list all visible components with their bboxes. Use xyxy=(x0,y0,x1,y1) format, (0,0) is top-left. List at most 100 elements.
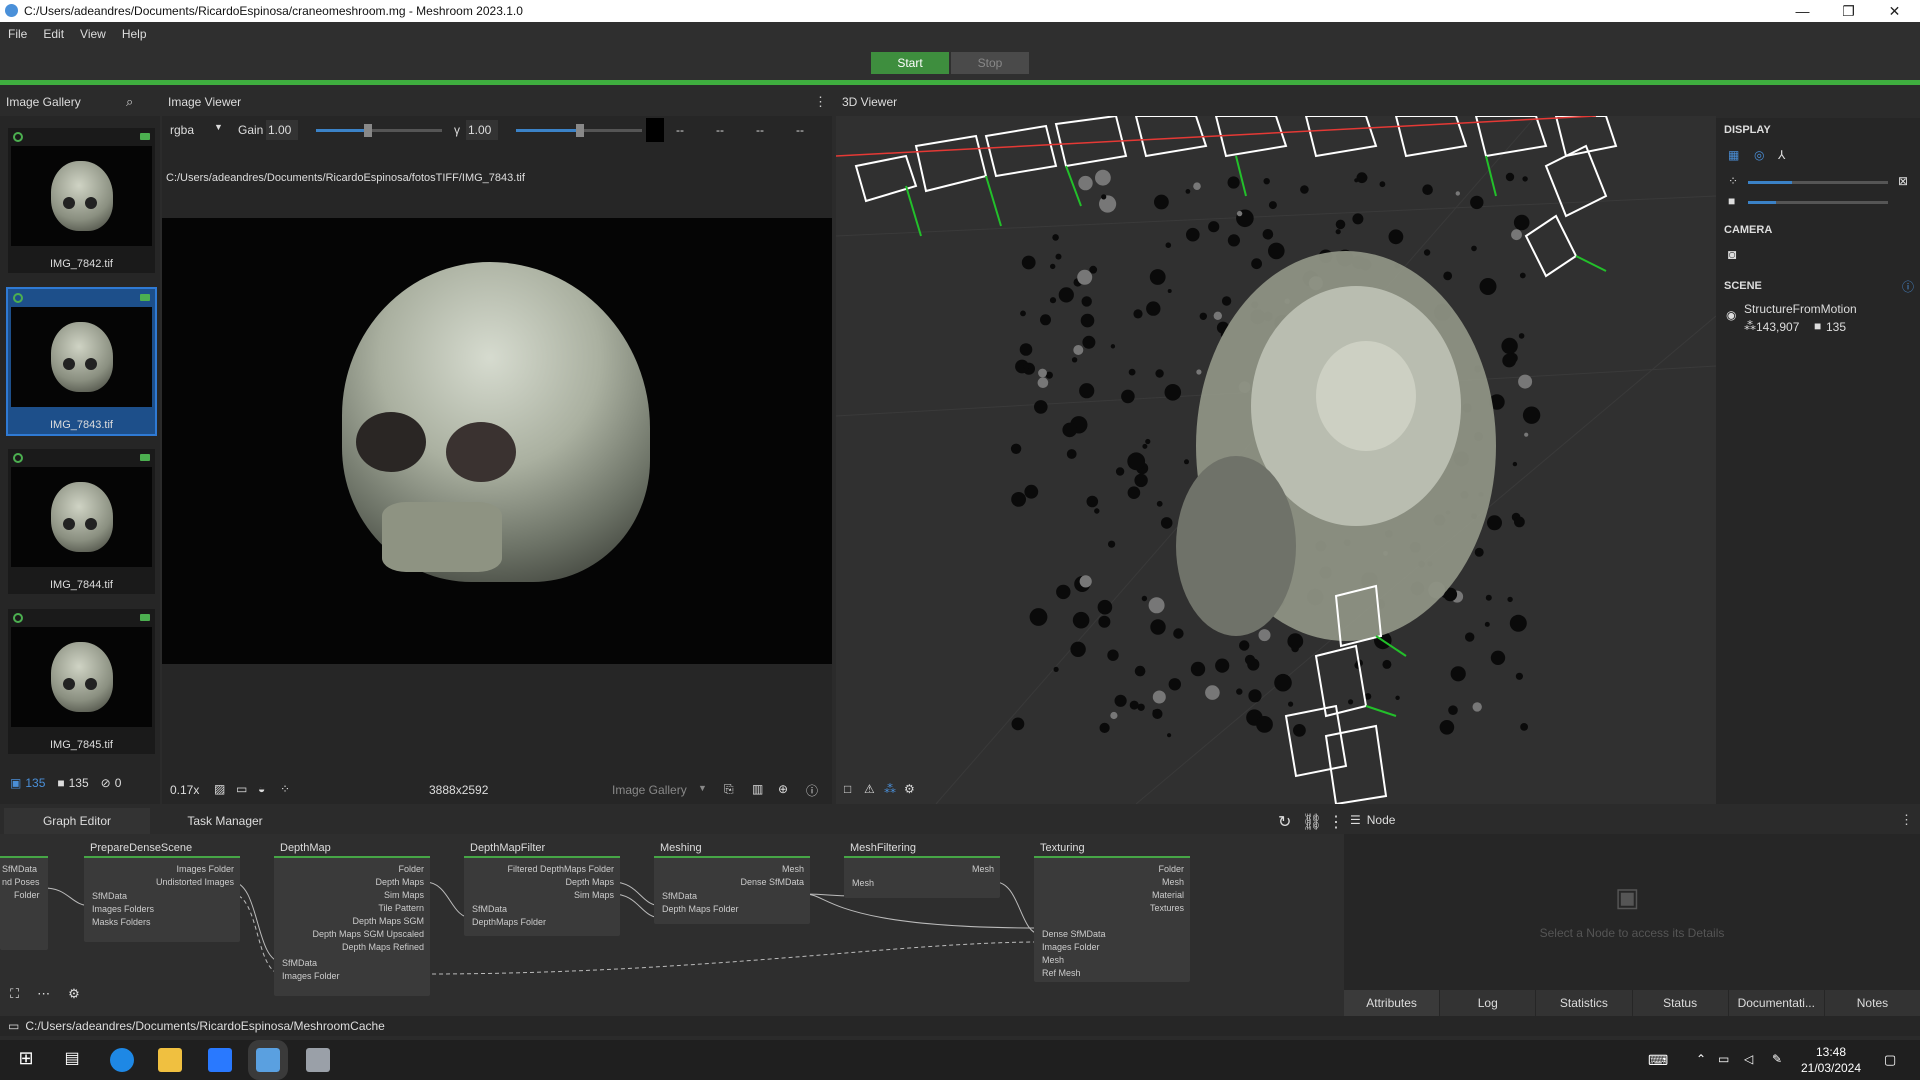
tab-status[interactable]: Status xyxy=(1632,990,1728,1016)
chevron-down-icon[interactable]: ▼ xyxy=(698,783,707,793)
node-panel-header: ☰ Node ⋮ xyxy=(1344,806,1920,834)
bounding-box-icon[interactable]: □ xyxy=(844,782,851,796)
restore-icon[interactable]: ❐ xyxy=(1826,0,1871,22)
globe-icon[interactable]: ⊕ xyxy=(778,782,788,796)
frame-icon[interactable]: ▭ xyxy=(236,782,247,796)
tab-documentation[interactable]: Documentati... xyxy=(1728,990,1824,1016)
tab-statistics[interactable]: Statistics xyxy=(1536,990,1632,1016)
tab-log[interactable]: Log xyxy=(1440,990,1536,1016)
graph-node-depthmap[interactable]: DepthMap Folder Depth Maps Sim Maps Tile… xyxy=(274,840,430,996)
tab-task-manager[interactable]: Task Manager xyxy=(152,808,298,834)
store-icon[interactable] xyxy=(208,1048,232,1072)
channel-select[interactable]: rgba xyxy=(170,123,194,137)
gallery-thumbnail-selected[interactable]: IMG_7843.tif xyxy=(6,287,157,436)
pen-icon[interactable]: ✎ xyxy=(1772,1052,1782,1066)
info-icon[interactable]: ⓘ xyxy=(806,782,818,799)
settings-icon[interactable]: ⚙ xyxy=(68,986,80,1002)
metadata-icon[interactable]: ⎘ xyxy=(724,782,734,797)
graph-node-partial[interactable]: SfMData nd Poses Folder xyxy=(0,840,48,950)
grid-icon[interactable]: ▦ xyxy=(1728,148,1739,162)
main-image[interactable] xyxy=(162,218,832,664)
more-options-icon[interactable]: ⋮ xyxy=(1328,812,1344,832)
search-icon[interactable]: ⌕ xyxy=(126,94,133,110)
refresh-icon[interactable]: ↻ xyxy=(1278,812,1291,832)
gallery-thumbnail[interactable]: IMG_7842.tif xyxy=(8,128,155,273)
target-icon[interactable]: ◎ xyxy=(1754,148,1764,162)
no-camera-icon[interactable]: ⊘ xyxy=(101,776,111,790)
menu-edit[interactable]: Edit xyxy=(35,27,72,41)
windows-start-icon[interactable]: ⊞ xyxy=(14,1048,38,1072)
port-label: Tile Pattern xyxy=(378,903,424,913)
scene-item-name[interactable]: StructureFromMotion xyxy=(1744,302,1857,316)
graph-node-texturing[interactable]: Texturing Folder Mesh Material Textures … xyxy=(1034,840,1190,982)
graph-node-meshfiltering[interactable]: MeshFiltering Mesh Mesh xyxy=(844,840,1000,898)
gallery-header: Image Gallery ⌕ xyxy=(0,88,160,116)
source-select[interactable]: Image Gallery xyxy=(612,783,687,797)
thumbnail-label: IMG_7843.tif xyxy=(50,419,113,431)
graph-node-depthmapfilter[interactable]: DepthMapFilter Filtered DepthMaps Folder… xyxy=(464,840,620,936)
pixel-value-r: -- xyxy=(676,123,684,137)
chevron-down-icon[interactable]: ▼ xyxy=(214,122,223,132)
close-icon[interactable]: ✕ xyxy=(1872,0,1917,22)
fixed-size-icon[interactable]: ⊠ xyxy=(1898,174,1908,188)
tab-graph-editor[interactable]: Graph Editor xyxy=(4,808,150,834)
windows-taskbar: ⊞ ▤ ⌨ ⌃ ▭ ◁ ✎ 13:48 21/03/2024 ▢ xyxy=(0,1040,1920,1080)
viewer-footer: 0.17x ▨ ▭ ◒ ⁘ 3888x2592 Image Gallery ▼ … xyxy=(162,778,832,802)
info-icon[interactable]: ⓘ xyxy=(1902,278,1914,295)
features-icon[interactable]: ⁘ xyxy=(280,782,290,796)
menu-view[interactable]: View xyxy=(72,27,114,41)
network-icon[interactable]: ▭ xyxy=(1718,1052,1729,1066)
points-icon[interactable]: ⁂ xyxy=(884,782,896,796)
more-options-icon[interactable]: ⋮ xyxy=(1900,812,1913,828)
graph-node-meshing[interactable]: Meshing Mesh Dense SfMData SfMData Depth… xyxy=(654,840,810,924)
app-taskbar-icon[interactable] xyxy=(306,1048,330,1072)
warning-icon[interactable]: ⚠ xyxy=(864,782,875,796)
gain-label: Gain xyxy=(238,123,264,137)
hdr-icon[interactable]: ▨ xyxy=(214,782,225,796)
fit-view-icon[interactable]: ⛶ xyxy=(10,986,19,1002)
gamma-input[interactable]: 1.00 xyxy=(466,120,498,140)
meshroom-taskbar-icon[interactable] xyxy=(248,1040,288,1080)
clock[interactable]: 13:48 21/03/2024 xyxy=(1796,1044,1866,1076)
stop-button[interactable]: Stop xyxy=(951,52,1029,74)
tab-notes[interactable]: Notes xyxy=(1824,990,1920,1016)
point-size-slider[interactable] xyxy=(1748,181,1888,184)
point-cloud-scene[interactable] xyxy=(836,116,1716,804)
gamma-slider[interactable] xyxy=(516,124,642,137)
disconnect-icon[interactable]: ⛓ xyxy=(1302,812,1322,832)
edge-browser-icon[interactable] xyxy=(110,1048,134,1072)
file-explorer-icon[interactable] xyxy=(158,1048,182,1072)
more-options-icon[interactable]: ⋮ xyxy=(814,94,827,110)
chevron-up-icon[interactable]: ⌃ xyxy=(1696,1052,1706,1066)
camera-icon[interactable]: ◙ xyxy=(1728,246,1736,262)
tab-attributes[interactable]: Attributes xyxy=(1344,990,1440,1016)
port-label: Dense SfMData xyxy=(1042,929,1106,939)
menu-help[interactable]: Help xyxy=(114,27,155,41)
gallery-thumbnail[interactable]: IMG_7845.tif xyxy=(8,609,155,754)
settings-icon[interactable]: ⚙ xyxy=(904,782,915,796)
volume-icon[interactable]: ◁ xyxy=(1744,1052,1753,1066)
graph-node-preparedensescene[interactable]: PrepareDenseScene Images Folder Undistor… xyxy=(84,840,240,942)
gallery-thumbnail[interactable]: IMG_7844.tif xyxy=(8,449,155,594)
visibility-eye-icon[interactable]: ◉ xyxy=(1726,308,1736,322)
axis-icon[interactable]: ⅄ xyxy=(1778,148,1785,162)
menu-file[interactable]: File xyxy=(0,27,35,41)
gain-input[interactable]: 1.00 xyxy=(266,120,298,140)
port-label: Depth Maps xyxy=(565,877,614,887)
start-button[interactable]: Start xyxy=(871,52,949,74)
minimize-icon[interactable]: — xyxy=(1780,0,1825,22)
fisheye-icon[interactable]: ◒ xyxy=(258,782,265,796)
images-icon[interactable]: ▣ xyxy=(10,776,21,790)
keyboard-icon[interactable]: ⌨ xyxy=(1648,1052,1668,1069)
notifications-icon[interactable]: ▢ xyxy=(1884,1052,1896,1068)
task-view-icon[interactable]: ▤ xyxy=(60,1048,84,1072)
more-icon[interactable]: ⋯ xyxy=(37,986,50,1002)
gain-slider[interactable] xyxy=(316,124,442,137)
camera-scale-slider[interactable] xyxy=(1748,201,1888,204)
histogram-icon[interactable]: ▥ xyxy=(752,782,763,796)
camera-icon[interactable]: ■ xyxy=(57,776,64,790)
port-label: Mesh xyxy=(1161,877,1184,887)
port-label: Folder xyxy=(398,864,424,874)
pixel-value-b: -- xyxy=(756,123,764,137)
folder-icon[interactable]: ▭ xyxy=(8,1019,19,1033)
